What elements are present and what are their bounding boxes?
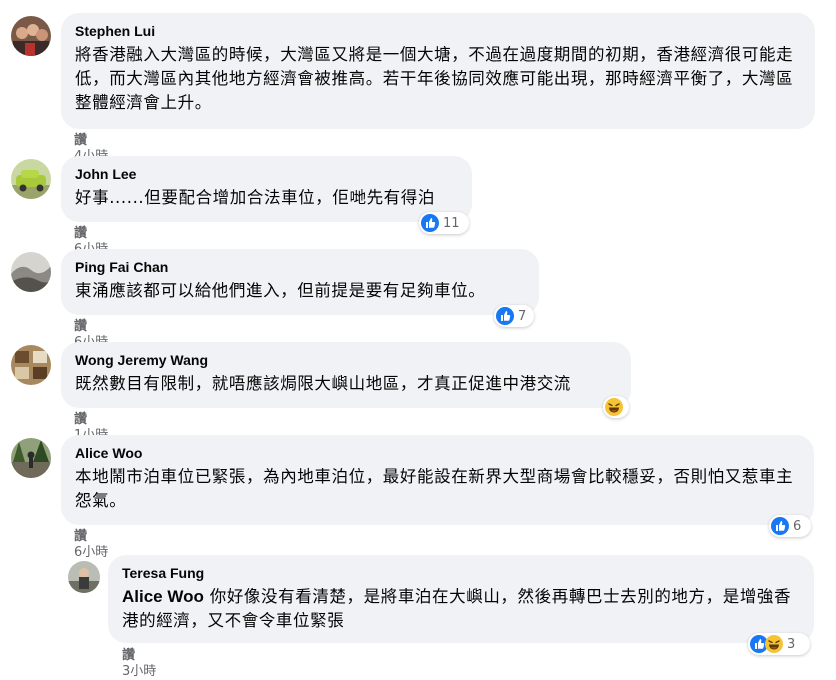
comment-author[interactable]: Wong Jeremy Wang xyxy=(75,351,617,369)
comment-text: 將香港融入大灣區的時候，大灣區又將是一個大塘，不過在過度期間的初期，香港經濟很可… xyxy=(75,45,794,112)
reaction-count: 6 xyxy=(793,518,802,534)
comment-author[interactable]: Ping Fai Chan xyxy=(75,258,525,276)
comment-timestamp[interactable]: 6小時 xyxy=(74,545,108,560)
reaction-count: 3 xyxy=(787,636,796,652)
avatar[interactable] xyxy=(11,345,51,385)
comment-bubble: John Lee 好事......但要配合增加合法車位，佢哋先有得泊 xyxy=(61,156,472,222)
reaction-summary[interactable]: 7 xyxy=(494,305,534,327)
like-link[interactable]: 讚 xyxy=(122,648,135,663)
comment-bubble: Teresa Fung Alice Woo 你好像没有看清楚，是將車泊在大嶼山，… xyxy=(108,555,814,643)
comment-bubble: Stephen Lui 將香港融入大灣區的時候，大灣區又將是一個大塘，不過在過度… xyxy=(61,13,815,129)
comment-author[interactable]: Stephen Lui xyxy=(75,22,801,40)
comment-author[interactable]: John Lee xyxy=(75,165,458,183)
comment-text: 既然數目有限制，就唔應該焗限大嶼山地區，才真正促進中港交流 xyxy=(75,374,571,393)
comment-bubble: Ping Fai Chan 東涌應該都可以給他們進入，但前提是要有足夠車位。 xyxy=(61,249,539,315)
avatar[interactable] xyxy=(11,159,51,199)
reaction-summary[interactable] xyxy=(603,396,629,418)
comment-timestamp[interactable]: 3小時 xyxy=(122,664,156,679)
comment-text: 好事......但要配合增加合法車位，佢哋先有得泊 xyxy=(75,188,435,207)
comment-author[interactable]: Alice Woo xyxy=(75,444,800,462)
comment-author[interactable]: Teresa Fung xyxy=(122,564,800,582)
reaction-summary[interactable]: 3 xyxy=(748,633,810,655)
comment-text: 東涌應該都可以給他們進入，但前提是要有足夠車位。 xyxy=(75,281,486,300)
like-link[interactable]: 讚 xyxy=(74,226,87,241)
comment-actions: 讚3小時 xyxy=(122,648,157,680)
avatar[interactable] xyxy=(11,252,51,292)
comment-text: 本地鬧市泊車位已緊張，為內地車泊位，最好能設在新界大型商場會比較穩妥，否則怕又惹… xyxy=(75,467,794,510)
like-icon xyxy=(496,307,514,325)
mention-link[interactable]: Alice Woo xyxy=(122,587,204,606)
like-icon xyxy=(771,517,789,535)
reaction-count: 7 xyxy=(518,308,527,324)
comment-text: Alice Woo 你好像没有看清楚，是將車泊在大嶼山，然後再轉巴士去別的地方，… xyxy=(122,585,800,633)
comment-bubble: Alice Woo 本地鬧市泊車位已緊張，為內地車泊位，最好能設在新界大型商場會… xyxy=(61,435,814,525)
avatar[interactable] xyxy=(11,16,51,56)
comment-actions: 讚6小時 xyxy=(74,529,109,561)
like-link[interactable]: 讚 xyxy=(74,319,87,334)
avatar[interactable] xyxy=(11,438,51,478)
reaction-summary[interactable]: 6 xyxy=(769,515,811,537)
like-icon xyxy=(421,214,439,232)
avatar[interactable] xyxy=(68,561,100,593)
haha-icon xyxy=(605,398,623,416)
haha-icon xyxy=(765,635,783,653)
like-link[interactable]: 讚 xyxy=(74,529,87,544)
reply-text: 你好像没有看清楚，是將車泊在大嶼山，然後再轉巴士去別的地方，是增強香港的經濟，又… xyxy=(122,587,792,630)
reaction-count: 11 xyxy=(443,215,460,231)
comment-bubble: Wong Jeremy Wang 既然數目有限制，就唔應該焗限大嶼山地區，才真正… xyxy=(61,342,631,408)
reaction-summary[interactable]: 11 xyxy=(419,212,469,234)
like-link[interactable]: 讚 xyxy=(74,133,87,148)
like-link[interactable]: 讚 xyxy=(74,412,87,427)
